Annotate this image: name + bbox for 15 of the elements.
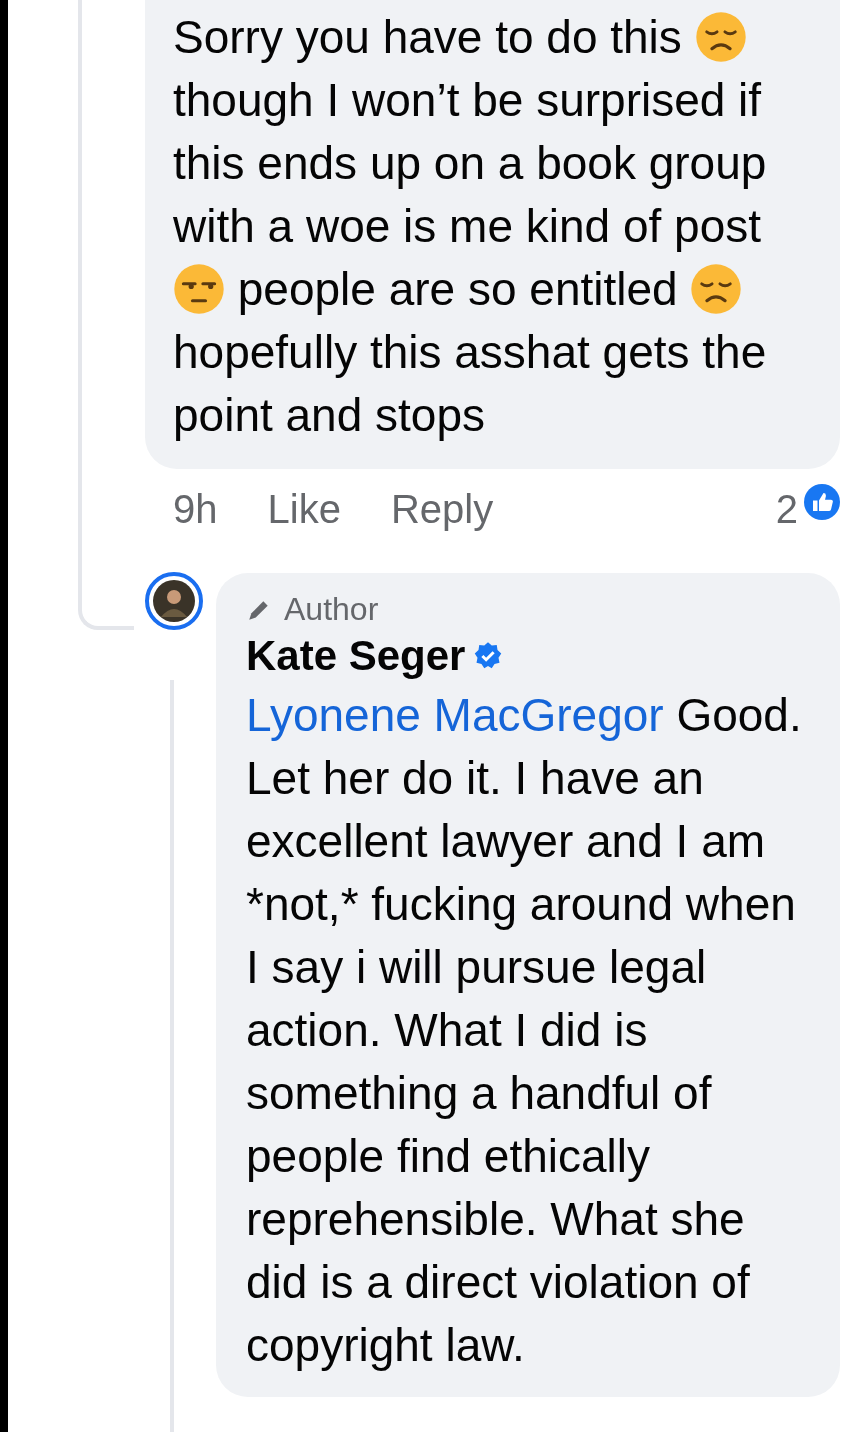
reply-text: Lyonene MacGregor Good. Let her do it. I have an excellent lawyer and I am *not,* fucking around when I say i will pursue legal action. What I did is something a handful of people find ethically reprehensible. What she did is a direct violation of copyright law. [246,688,803,1373]
comment-action-button[interactable]: Reply [390,486,494,532]
mention-link[interactable]: Lyonene MacGregor [246,689,664,741]
sad-face-icon [694,11,747,63]
comment-time: 9h [173,486,218,532]
sad-face-icon [690,263,743,315]
comment-action-button[interactable]: Like [267,486,341,532]
thumbs-up-icon [804,484,840,520]
author-name[interactable]: Kate Seger [246,632,466,680]
reaction-count: 2 [775,486,798,532]
author-label: Author [284,591,379,628]
comment-text: people are so entitled [236,263,679,315]
comment-text: hopefully this asshat gets the point and stops [173,326,767,441]
unamused-face-icon [173,263,225,315]
comment-text: Sorry you have to do this [173,11,683,63]
